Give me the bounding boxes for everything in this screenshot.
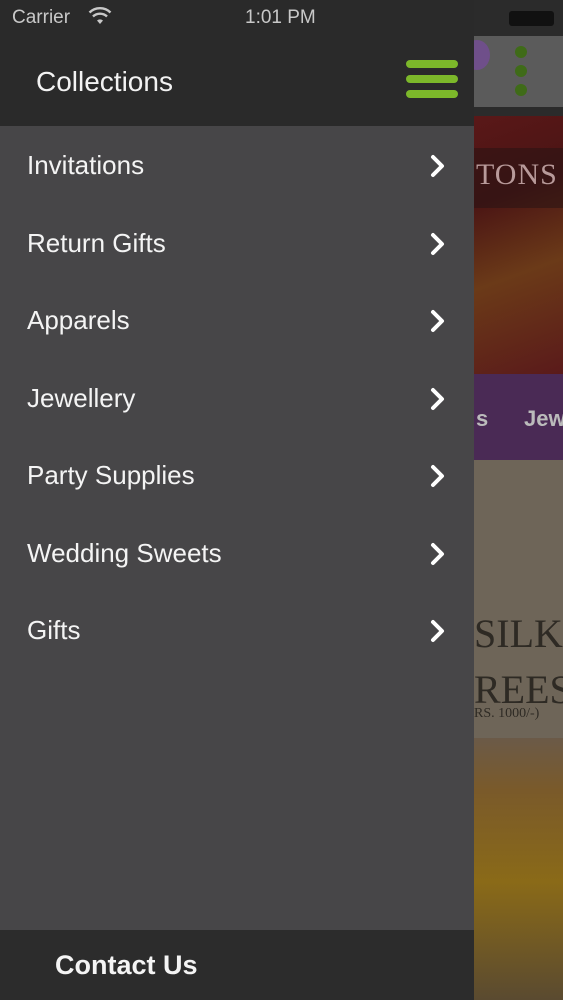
chevron-right-icon [431, 387, 444, 410]
wifi-icon [88, 7, 112, 24]
chevron-right-icon [431, 155, 444, 177]
promo-line: SILK [474, 611, 563, 656]
chevron-right-icon [431, 542, 444, 565]
menu-item-apparels[interactable]: Apparels [0, 281, 474, 359]
menu-item-jewellery[interactable]: Jewellery [0, 359, 474, 437]
menu-item-label: Invitations [27, 150, 145, 180]
promo-price: RS. 1000/-) [474, 706, 540, 721]
chevron-right-icon [431, 465, 444, 487]
battery-icon [509, 11, 554, 26]
hamburger-icon[interactable] [406, 60, 458, 100]
menu-item-label: Return Gifts [27, 227, 166, 258]
menu-item-label: Jewellery [27, 382, 136, 413]
drawer-footer: Contact Us [0, 930, 474, 1000]
menu-item-label: Wedding Sweets [27, 537, 222, 568]
chevron-right-icon [431, 232, 444, 255]
background-banner-text: TONS [474, 148, 563, 208]
carrier-label: Carrier [12, 7, 71, 28]
menu-item-party-supplies[interactable]: Party Supplies [0, 436, 474, 514]
status-time: 1:01 PM [245, 7, 316, 28]
status-bar: Carrier 1:01 PM [0, 0, 563, 36]
chevron-right-icon [431, 310, 444, 332]
menu-item-label: Party Supplies [27, 460, 195, 490]
app-screen: TONS s Jew SILK REES RS. 1000/-) Collect… [0, 0, 563, 1000]
menu-item-label: Gifts [27, 615, 81, 645]
collections-menu: Invitations Return Gifts Apparels Jewellery… [0, 126, 474, 669]
background-category-tabs: s Jew [474, 374, 563, 460]
background-promo-banner: SILK REES RS. 1000/-) [474, 460, 563, 740]
more-vertical-icon [513, 46, 529, 102]
background-product-image [474, 738, 563, 1000]
menu-item-return-gifts[interactable]: Return Gifts [0, 204, 474, 282]
menu-item-wedding-sweets[interactable]: Wedding Sweets [0, 514, 474, 592]
background-tab: Jew [524, 406, 563, 431]
background-tab: s [476, 406, 489, 431]
menu-item-gifts[interactable]: Gifts [0, 591, 474, 669]
navigation-drawer: Collections Invitations Return Gifts Appar… [0, 0, 474, 1000]
chevron-right-icon [431, 620, 444, 642]
menu-item-invitations[interactable]: Invitations [0, 126, 474, 204]
drawer-title: Collections [36, 66, 173, 97]
menu-item-label: Apparels [27, 305, 130, 335]
contact-us-button[interactable]: Contact Us [55, 950, 198, 981]
